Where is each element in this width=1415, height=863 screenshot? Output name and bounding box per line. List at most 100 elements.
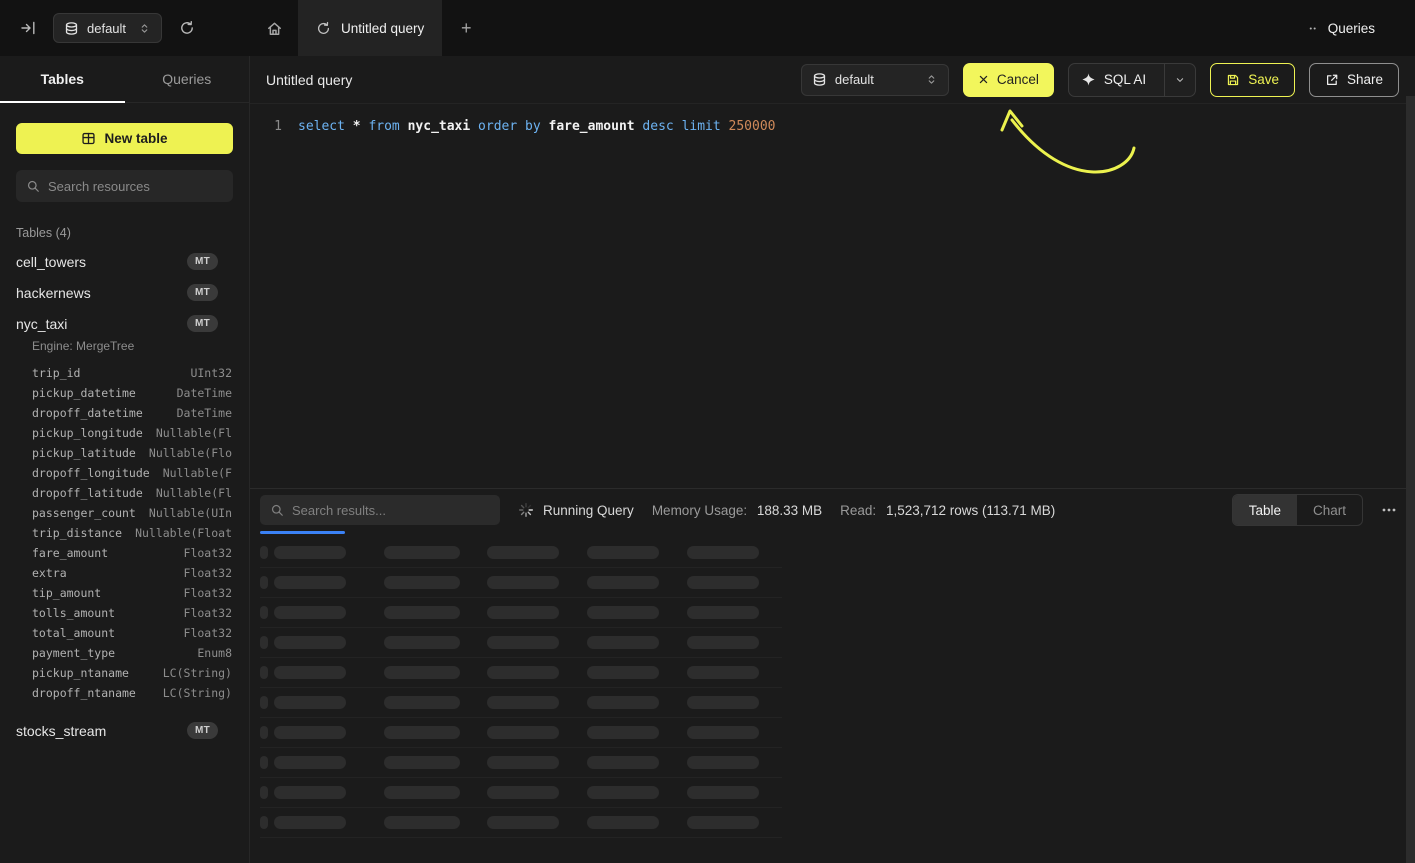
view-toggle-table[interactable]: Table bbox=[1233, 495, 1297, 525]
read-stats: Read: 1,523,712 rows (113.71 MB) bbox=[840, 503, 1055, 518]
skeleton-row bbox=[260, 808, 782, 838]
column-row: payment_typeEnum8 bbox=[0, 643, 249, 663]
column-row: fare_amountFloat32 bbox=[0, 543, 249, 563]
column-type: Enum8 bbox=[197, 646, 232, 660]
skeleton-cell bbox=[384, 726, 460, 739]
skeleton-cell bbox=[384, 546, 460, 559]
sidebar-tab-queries[interactable]: Queries bbox=[125, 56, 250, 102]
skeleton-cell bbox=[587, 756, 659, 769]
sql-editor[interactable]: 1 select * from nyc_taxi order by fare_a… bbox=[250, 104, 1415, 488]
tab-home[interactable] bbox=[250, 0, 298, 56]
skeleton-cell bbox=[260, 816, 268, 829]
skeleton-cell bbox=[487, 756, 559, 769]
skeleton-row bbox=[260, 658, 782, 688]
column-row: trip_distanceNullable(Float bbox=[0, 523, 249, 543]
skeleton-row bbox=[260, 598, 782, 628]
more-options-icon bbox=[1381, 502, 1397, 518]
search-icon bbox=[26, 179, 40, 193]
column-type: Nullable(F bbox=[163, 466, 232, 480]
table-item-cell_towers[interactable]: cell_towersMT bbox=[0, 246, 249, 277]
skeleton-cell bbox=[487, 816, 559, 829]
queries-link[interactable]: Queries bbox=[1308, 21, 1375, 36]
save-button[interactable]: Save bbox=[1210, 63, 1295, 97]
column-type: UInt32 bbox=[190, 366, 232, 380]
skeleton-cell bbox=[687, 756, 759, 769]
sidebar-tab-tables[interactable]: Tables bbox=[0, 56, 125, 102]
more-options-button[interactable] bbox=[1381, 502, 1397, 518]
table-item-nyc_taxi[interactable]: nyc_taxiMT bbox=[0, 308, 249, 339]
column-type: LC(String) bbox=[163, 666, 232, 680]
resource-search bbox=[16, 170, 233, 202]
query-database-selector[interactable]: default bbox=[801, 64, 949, 96]
skeleton-cell bbox=[687, 726, 759, 739]
queries-icon bbox=[1308, 22, 1321, 35]
columns-list: trip_idUInt32pickup_datetimeDateTimedrop… bbox=[0, 359, 249, 715]
column-name: dropoff_latitude bbox=[32, 486, 143, 500]
search-resources-input[interactable] bbox=[48, 179, 223, 194]
sql-token bbox=[517, 119, 525, 134]
editor-tabs: Untitled query + bbox=[250, 0, 490, 56]
sql-ai-button[interactable]: SQL AI bbox=[1068, 63, 1196, 97]
column-name: pickup_ntaname bbox=[32, 666, 129, 680]
skeleton-cell bbox=[260, 756, 268, 769]
refresh-button[interactable] bbox=[179, 20, 195, 36]
sql-token: fare_amount bbox=[549, 119, 635, 134]
skeleton-cell bbox=[384, 666, 460, 679]
column-name: dropoff_ntaname bbox=[32, 686, 136, 700]
column-type: Nullable(Fl bbox=[156, 486, 232, 500]
results-panel: Running Query Memory Usage: 188.33 MB Re… bbox=[250, 488, 1415, 863]
spinner-icon bbox=[518, 502, 534, 518]
new-table-button[interactable]: New table bbox=[16, 123, 233, 154]
tab-label: Untitled query bbox=[341, 21, 424, 36]
search-results-input[interactable] bbox=[292, 503, 490, 518]
skeleton-cell bbox=[487, 786, 559, 799]
column-name: tolls_amount bbox=[32, 606, 115, 620]
topbar-right: Queries bbox=[1308, 0, 1415, 56]
column-row: pickup_latitudeNullable(Flo bbox=[0, 443, 249, 463]
chevron-up-down-icon bbox=[925, 73, 938, 86]
database-selector[interactable]: default bbox=[53, 13, 162, 43]
sql-token bbox=[541, 119, 549, 134]
chevron-up-down-icon bbox=[138, 22, 151, 35]
save-icon bbox=[1226, 73, 1240, 87]
query-status-text: Running Query bbox=[543, 503, 634, 518]
sql-ai-dropdown-toggle[interactable] bbox=[1164, 64, 1195, 96]
sql-token: * bbox=[353, 119, 361, 134]
table-item-hackernews[interactable]: hackernewsMT bbox=[0, 277, 249, 308]
column-row: total_amountFloat32 bbox=[0, 623, 249, 643]
memory-usage-value: 188.33 MB bbox=[757, 503, 822, 518]
column-type: Nullable(Fl bbox=[156, 426, 232, 440]
database-icon bbox=[812, 72, 827, 87]
skeleton-cell bbox=[587, 786, 659, 799]
skeleton-row bbox=[260, 748, 782, 778]
skeleton-cell bbox=[687, 696, 759, 709]
share-button[interactable]: Share bbox=[1309, 63, 1399, 97]
new-table-label: New table bbox=[104, 131, 167, 146]
skeleton-cell bbox=[260, 786, 268, 799]
skeleton-cell bbox=[274, 786, 346, 799]
vertical-scrollbar[interactable] bbox=[1406, 96, 1415, 863]
line-number: 1 bbox=[268, 119, 282, 134]
sql-ai-label: SQL AI bbox=[1104, 72, 1146, 87]
collapse-sidebar-button[interactable] bbox=[20, 20, 36, 36]
tab-untitled-query[interactable]: Untitled query bbox=[298, 0, 442, 56]
column-row: trip_idUInt32 bbox=[0, 363, 249, 383]
sql-token bbox=[674, 119, 682, 134]
new-tab-button[interactable]: + bbox=[442, 0, 490, 56]
column-type: Float32 bbox=[184, 546, 232, 560]
mergetree-badge: MT bbox=[187, 253, 218, 270]
view-toggle-chart[interactable]: Chart bbox=[1297, 495, 1362, 525]
column-row: pickup_longitudeNullable(Fl bbox=[0, 423, 249, 443]
column-type: Float32 bbox=[184, 626, 232, 640]
tables-section-header: Tables (4) bbox=[16, 226, 233, 240]
table-grid-icon bbox=[81, 131, 96, 146]
query-actions: default Cancel SQL AI bbox=[801, 63, 1399, 97]
sql-token: limit bbox=[682, 119, 721, 134]
topbar: default Untitled query + bbox=[0, 0, 1415, 56]
skeleton-cell bbox=[274, 816, 346, 829]
table-item-stocks_stream[interactable]: stocks_streamMT bbox=[0, 715, 249, 746]
cancel-button[interactable]: Cancel bbox=[963, 63, 1054, 97]
column-row: dropoff_latitude Nullable(Fl bbox=[0, 483, 249, 503]
skeleton-cell bbox=[587, 546, 659, 559]
cancel-label: Cancel bbox=[997, 72, 1039, 87]
